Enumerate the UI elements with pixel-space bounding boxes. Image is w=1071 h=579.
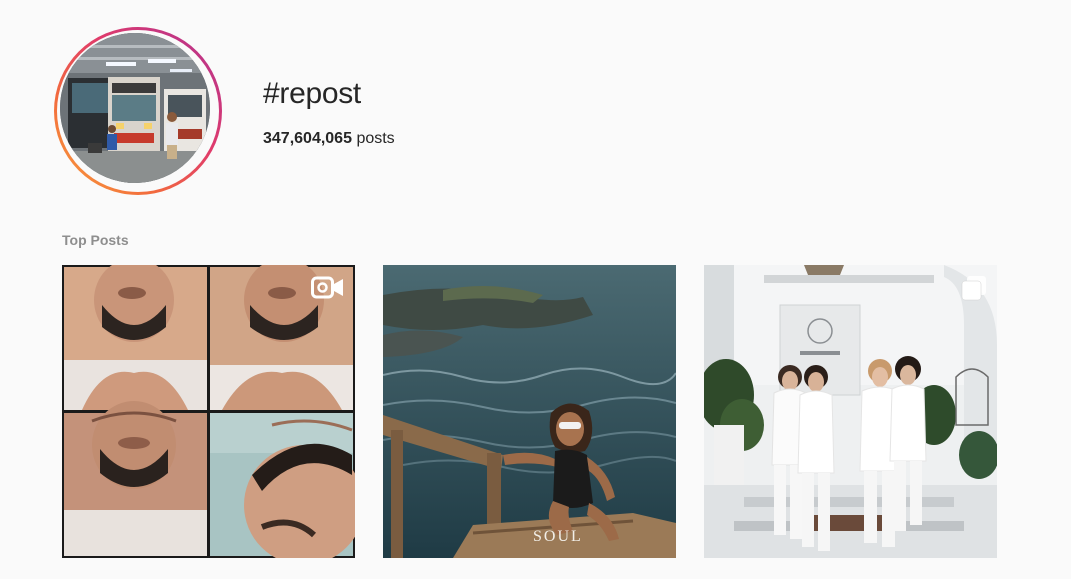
igtv-icon bbox=[311, 276, 343, 299]
post-count-label: posts bbox=[356, 130, 395, 147]
top-post-tile-3[interactable] bbox=[704, 265, 997, 558]
post-count-number: 347,604,065 bbox=[263, 130, 352, 147]
carousel-icon bbox=[961, 276, 986, 301]
top-posts-heading: Top Posts bbox=[62, 232, 129, 248]
hashtag-avatar[interactable] bbox=[60, 33, 210, 183]
top-post-tile-2[interactable]: SOUL bbox=[383, 265, 676, 558]
top-post-tile-1[interactable] bbox=[62, 265, 355, 558]
hashtag-avatar-story-ring[interactable] bbox=[54, 27, 222, 195]
post-image-salon-team bbox=[704, 265, 997, 558]
post-image-man-collage bbox=[62, 265, 355, 558]
hashtag-title: #repost bbox=[263, 77, 361, 110]
hashtag-page: #repost 347,604,065 posts Top Posts SOUL bbox=[0, 0, 1071, 579]
post-image-woman-sea: SOUL bbox=[383, 265, 676, 558]
avatar-image-garage-buses bbox=[60, 33, 210, 183]
post-watermark-soul: SOUL bbox=[533, 528, 583, 545]
post-count: 347,604,065 posts bbox=[263, 129, 395, 149]
